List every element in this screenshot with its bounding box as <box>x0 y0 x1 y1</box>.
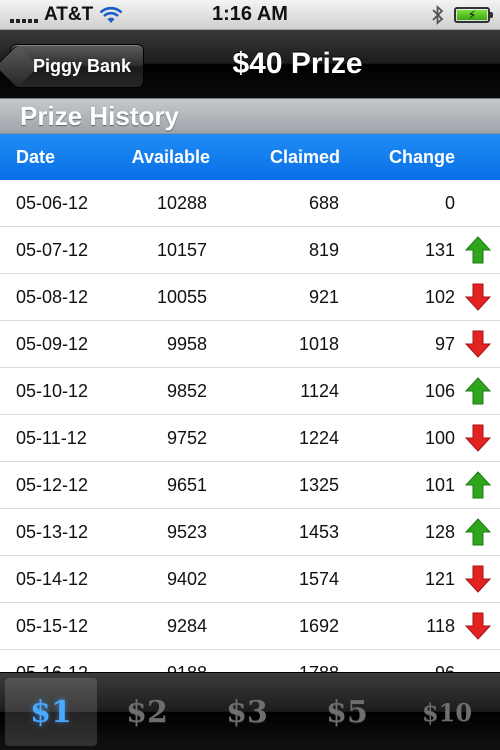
column-header-claimed: Claimed <box>269 146 340 167</box>
table-row: 05-12-12 9651 1325 101 <box>0 462 500 509</box>
cell-change: 100 <box>424 427 455 448</box>
down-arrow-icon <box>455 612 500 640</box>
cell-change: 102 <box>424 286 455 307</box>
cell-change: 121 <box>424 568 455 589</box>
down-arrow-icon <box>455 330 500 358</box>
cell-available: 9752 <box>166 427 207 448</box>
cell-date: 05-08-12 <box>16 286 89 307</box>
cell-claimed: 1018 <box>298 333 339 354</box>
cell-date: 05-12-12 <box>16 474 89 495</box>
cell-claimed: 1692 <box>298 615 339 636</box>
down-arrow-icon <box>455 283 500 311</box>
cell-date: 05-14-12 <box>16 568 89 589</box>
cell-date: 05-06-12 <box>16 192 89 213</box>
cell-date: 05-09-12 <box>16 333 89 354</box>
cell-available: 9188 <box>130 663 207 673</box>
cell-date: 05-10-12 <box>16 380 89 401</box>
up-arrow-icon <box>455 518 500 546</box>
cell-available: 10157 <box>156 239 207 260</box>
column-header-change: Change <box>388 146 455 167</box>
cell-claimed: 688 <box>308 192 339 213</box>
wifi-icon <box>99 6 123 23</box>
cell-date: 05-07-12 <box>16 239 89 260</box>
cell-available: 9651 <box>166 474 207 495</box>
bluetooth-icon <box>432 4 444 25</box>
cell-change: 0 <box>444 192 455 213</box>
cell-claimed: 1574 <box>298 568 339 589</box>
table-row: 05-07-12 10157 819 131 <box>0 227 500 274</box>
cell-change: 101 <box>424 474 455 495</box>
battery-charging-icon: ⚡ <box>454 6 493 23</box>
tab-dollar-5[interactable]: $5 <box>297 673 397 750</box>
cell-change: 118 <box>426 615 455 636</box>
cell-available: 10055 <box>156 286 207 307</box>
cell-change: 96 <box>339 663 455 673</box>
up-arrow-icon <box>455 471 500 499</box>
cell-available: 9284 <box>166 615 207 636</box>
down-arrow-icon <box>455 565 500 593</box>
cell-claimed: 1453 <box>298 521 339 542</box>
column-header-row: Date Available Claimed Change <box>0 134 500 180</box>
cell-date: 05-16-12 <box>0 663 130 673</box>
table-row: 05-14-12 9402 1574 121 <box>0 556 500 603</box>
cell-available: 9402 <box>166 568 207 589</box>
column-header-available: Available <box>131 146 210 167</box>
cell-date: 05-13-12 <box>16 521 89 542</box>
table-row: 05-09-12 9958 1018 97 <box>0 321 500 368</box>
table-row: 05-16-129188178896 <box>0 650 500 673</box>
cell-claimed: 1124 <box>300 380 339 401</box>
down-arrow-icon <box>455 424 500 452</box>
cell-claimed: 1224 <box>298 427 339 448</box>
status-right: ⚡ <box>432 4 493 25</box>
status-left: AT&T <box>10 4 123 26</box>
tab-dollar-3[interactable]: $3 <box>197 673 297 750</box>
cell-date: 05-15-12 <box>16 615 89 636</box>
signal-bars-icon <box>10 7 38 23</box>
tab-dollar-1[interactable]: $1 <box>5 678 97 746</box>
table-row: 05-11-12 9752 1224 100 <box>0 415 500 462</box>
tab-bar: $1 $2 $3 $5 $10 <box>0 672 500 750</box>
column-header-date: Date <box>16 146 56 167</box>
carrier-label: AT&T <box>44 3 94 25</box>
back-button[interactable]: Piggy Bank <box>10 44 145 88</box>
section-header: Prize History <box>0 98 500 134</box>
cell-claimed: 819 <box>308 239 339 260</box>
cell-claimed: 921 <box>308 286 339 307</box>
cell-change: 128 <box>424 521 455 542</box>
cell-change: 131 <box>424 239 455 260</box>
cell-change: 97 <box>434 333 455 354</box>
tab-dollar-2[interactable]: $2 <box>97 673 197 750</box>
cell-available: 10288 <box>156 192 207 213</box>
status-bar: AT&T 1:16 AM ⚡ <box>0 0 500 30</box>
cell-claimed: 1788 <box>207 663 339 673</box>
table-row: 05-15-12 9284 1692 118 <box>0 603 500 650</box>
cell-change: 106 <box>424 380 455 401</box>
up-arrow-icon <box>455 236 500 264</box>
cell-date: 05-11-12 <box>16 427 87 448</box>
cell-claimed: 1325 <box>298 474 339 495</box>
table-row: 05-10-12 9852 1124 106 <box>0 368 500 415</box>
tab-dollar-10[interactable]: $10 <box>397 673 497 750</box>
up-arrow-icon <box>455 377 500 405</box>
table-row: 05-13-12 9523 1453 128 <box>0 509 500 556</box>
cell-available: 9852 <box>166 380 207 401</box>
navigation-bar: Piggy Bank $40 Prize <box>0 30 500 98</box>
table-row: 05-08-12 10055 921 102 <box>0 274 500 321</box>
cell-available: 9523 <box>166 521 207 542</box>
table-row: 05-06-12 10288 688 0 <box>0 180 500 227</box>
cell-available: 9958 <box>166 333 207 354</box>
prize-history-table[interactable]: 05-06-12 10288 688 0 05-07-12 10157 819 131 05-0… <box>0 180 500 672</box>
